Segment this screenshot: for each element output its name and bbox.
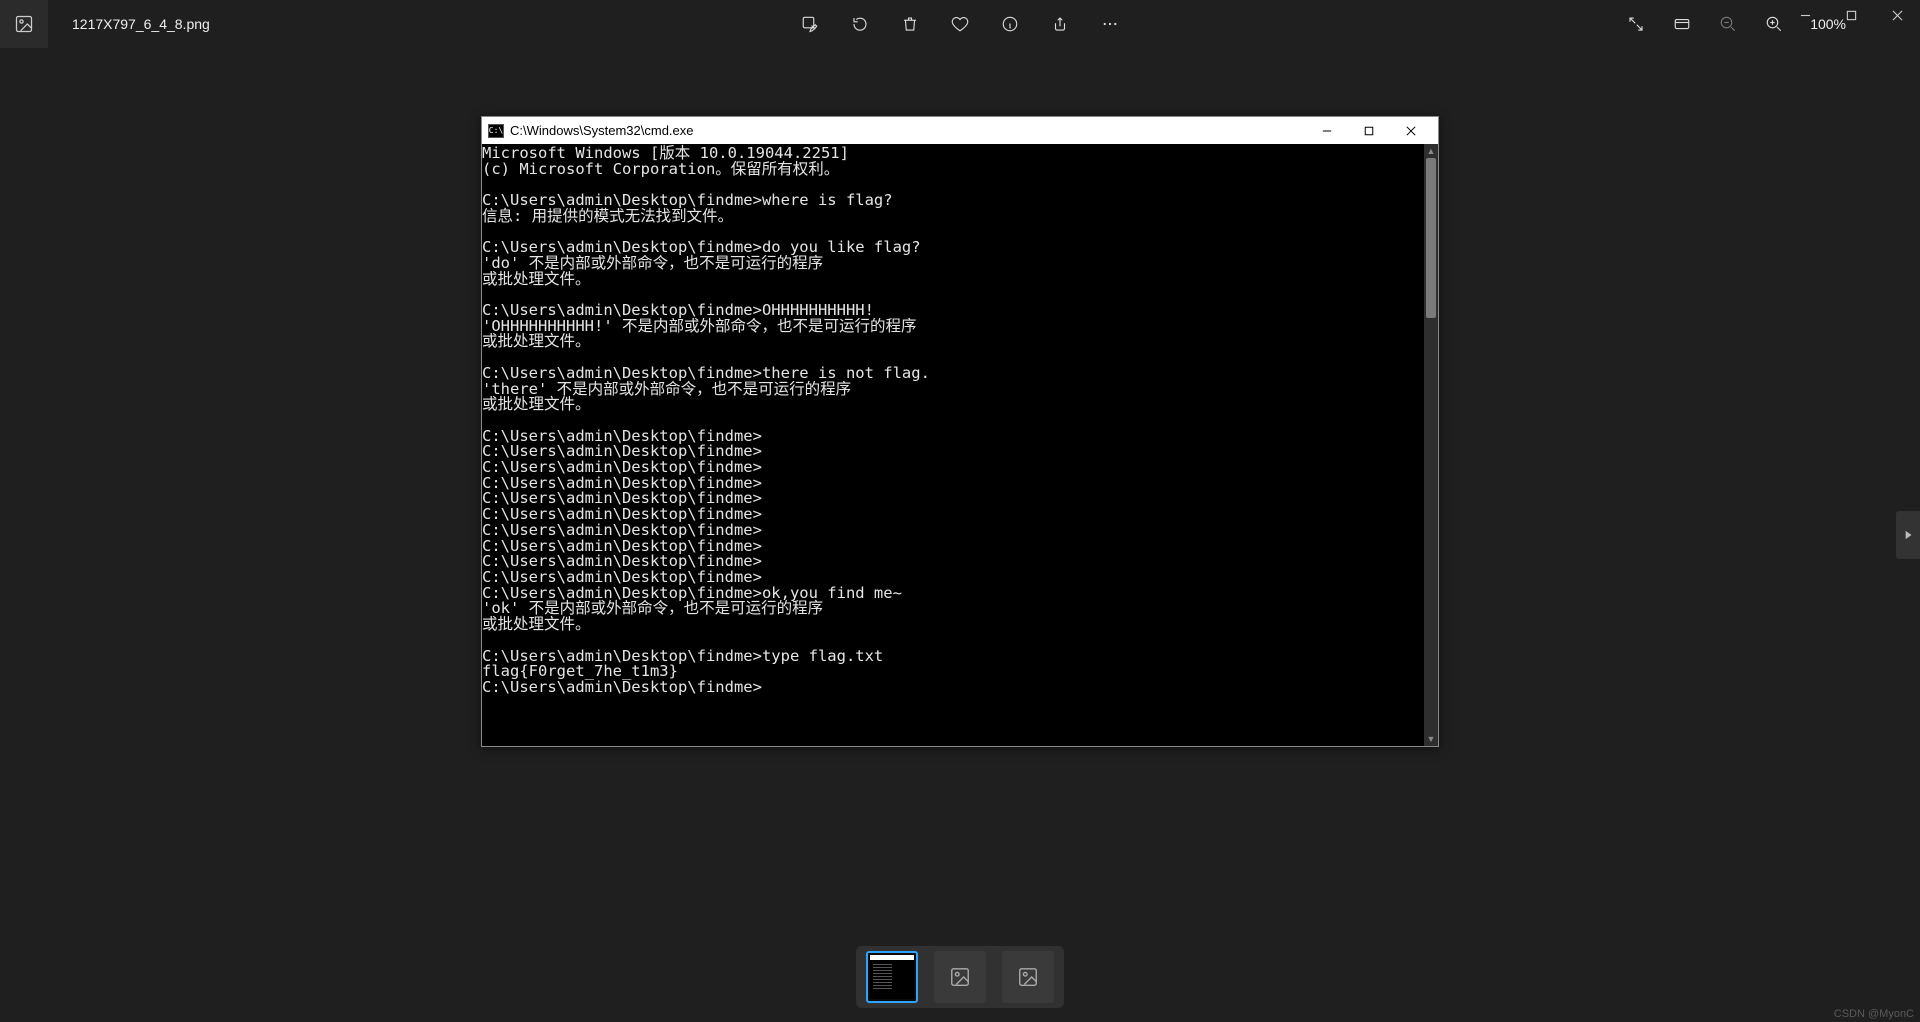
cmd-scroll-down-icon[interactable]: ▼ [1424, 732, 1438, 746]
edit-image-icon[interactable] [796, 0, 824, 48]
cmd-scroll-up-icon[interactable]: ▲ [1424, 144, 1438, 158]
window-close-button[interactable] [1874, 0, 1920, 32]
favorite-icon[interactable] [946, 0, 974, 48]
cmd-maximize-button[interactable] [1348, 117, 1390, 144]
image-canvas: C:\ C:\Windows\System32\cmd.exe Microsof… [0, 48, 1920, 1022]
cmd-window: C:\ C:\Windows\System32\cmd.exe Microsof… [481, 116, 1439, 747]
zoom-out-icon[interactable] [1714, 0, 1742, 48]
fit-screen-icon[interactable] [1668, 0, 1696, 48]
thumbnail-1[interactable] [866, 951, 918, 1003]
delete-icon[interactable] [896, 0, 924, 48]
app-picture-icon [0, 0, 48, 48]
topbar-center-toolbar [796, 0, 1124, 48]
cmd-close-button[interactable] [1390, 117, 1432, 144]
thumbnail-3[interactable] [1002, 951, 1054, 1003]
next-image-button[interactable] [1896, 511, 1920, 559]
watermark-text: CSDN @MyonC [1834, 1008, 1914, 1020]
thumbnail-strip [856, 946, 1064, 1008]
info-icon[interactable] [996, 0, 1024, 48]
filename-label: 1217X797_6_4_8.png [72, 16, 210, 32]
thumbnail-2[interactable] [934, 951, 986, 1003]
cmd-minimize-button[interactable] [1306, 117, 1348, 144]
cmd-scroll-thumb[interactable] [1426, 158, 1436, 318]
cmd-output: Microsoft Windows [版本 10.0.19044.2251] (… [482, 144, 1424, 746]
window-maximize-button[interactable] [1828, 0, 1874, 32]
rotate-icon[interactable] [846, 0, 874, 48]
cmd-icon: C:\ [488, 124, 504, 138]
share-icon[interactable] [1046, 0, 1074, 48]
window-controls [1782, 0, 1920, 32]
cmd-title-text: C:\Windows\System32\cmd.exe [510, 123, 694, 138]
cmd-scrollbar[interactable]: ▲ ▼ [1424, 144, 1438, 746]
cmd-titlebar: C:\ C:\Windows\System32\cmd.exe [482, 117, 1438, 144]
window-minimize-button[interactable] [1782, 0, 1828, 32]
more-icon[interactable] [1096, 0, 1124, 48]
topbar: 1217X797_6_4_8.png [0, 0, 1920, 48]
cmd-body-wrap: Microsoft Windows [版本 10.0.19044.2251] (… [482, 144, 1438, 746]
fullscreen-icon[interactable] [1622, 0, 1650, 48]
